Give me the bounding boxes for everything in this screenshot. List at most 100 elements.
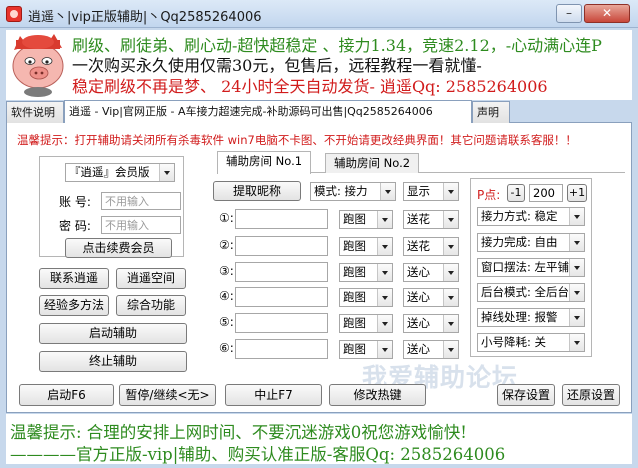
- row-3-action-select[interactable]: 跑图: [339, 263, 393, 282]
- room-tab-bar: 辅助房间 No.1 辅助房间 No.2: [217, 151, 625, 174]
- chevron-down-icon: [377, 289, 392, 306]
- title-bar: 逍遥丶|vip正版辅助|丶Qq2585264006 – ✕: [0, 0, 638, 28]
- chevron-down-icon: [569, 259, 584, 276]
- row-2-send-value: 送花: [407, 239, 430, 253]
- get-nickname-button[interactable]: 提取昵称: [213, 181, 301, 201]
- mode-select-value: 模式: 接力: [314, 184, 368, 198]
- relay-method-value: 接力方式: 稳定: [481, 209, 558, 223]
- chevron-down-icon: [569, 208, 584, 225]
- chevron-down-icon: [377, 315, 392, 332]
- row-4-label: ④:: [219, 289, 234, 303]
- relay-complete-select[interactable]: 接力完成: 自由: [477, 233, 585, 252]
- row-1-label: ①:: [219, 211, 234, 225]
- window-layout-select[interactable]: 窗口摆法: 左平铺: [477, 258, 585, 277]
- chevron-down-icon: [443, 341, 458, 358]
- row-3-label: ③:: [219, 264, 234, 278]
- window-layout-value: 窗口摆法: 左平铺: [481, 260, 570, 274]
- row-2-label: ②:: [219, 238, 234, 252]
- tab-software-info[interactable]: 软件说明: [6, 101, 64, 123]
- row-1-action-select[interactable]: 跑图: [339, 210, 393, 229]
- password-label: 密 码:: [59, 219, 91, 233]
- row-5-send-select[interactable]: 送心: [403, 314, 459, 333]
- display-select[interactable]: 显示: [403, 182, 459, 201]
- tab-room-2[interactable]: 辅助房间 No.2: [325, 153, 420, 173]
- promo-banner: 刷级、刷徒弟、刷心动-超快超稳定 、接力1.34，竞速2.12，-心动满心连P …: [6, 30, 632, 100]
- password-input[interactable]: [101, 216, 181, 234]
- relay-method-select[interactable]: 接力方式: 稳定: [477, 207, 585, 226]
- row-6-send-value: 送心: [407, 342, 430, 356]
- chevron-down-icon: [380, 183, 395, 200]
- account-input[interactable]: [101, 192, 181, 210]
- row-5-action-select[interactable]: 跑图: [339, 314, 393, 333]
- chevron-down-icon: [569, 334, 584, 351]
- disconnect-handling-select[interactable]: 掉线处理: 报警: [477, 308, 585, 327]
- row-2-action-select[interactable]: 跑图: [339, 237, 393, 256]
- tab-statement[interactable]: 声明: [472, 101, 510, 123]
- row-4-send-select[interactable]: 送心: [403, 288, 459, 307]
- row-4-action-value: 跑图: [343, 290, 366, 304]
- row-3-send-value: 送心: [407, 265, 430, 279]
- background-mode-select[interactable]: 后台模式: 全后台: [477, 283, 585, 302]
- row-3-nick-input[interactable]: [235, 262, 328, 282]
- row-2-nick-input[interactable]: [235, 236, 328, 256]
- row-5-nick-input[interactable]: [235, 313, 328, 333]
- row-4-action-select[interactable]: 跑图: [339, 288, 393, 307]
- row-1-nick-input[interactable]: [235, 209, 328, 229]
- chevron-down-icon: [443, 289, 458, 306]
- window-title: 逍遥丶|vip正版辅助|丶Qq2585264006: [28, 10, 262, 25]
- start-assist-button[interactable]: 启动辅助: [39, 323, 187, 344]
- close-button[interactable]: ✕: [584, 4, 630, 23]
- banner-line-contact: 稳定刷级不再是梦、 24小时全天自动发货- 逍遥Qq: 2585264006: [72, 77, 548, 96]
- chevron-down-icon: [569, 309, 584, 326]
- chevron-down-icon: [377, 211, 392, 228]
- row-6-label: ⑥:: [219, 341, 234, 355]
- chevron-down-icon: [569, 234, 584, 251]
- pig-mascot-icon: [12, 34, 64, 97]
- alt-power-save-value: 小号降耗: 关: [481, 335, 547, 349]
- row-5-send-value: 送心: [407, 316, 430, 330]
- banner-line-price: 一次购买永久使用仅需30元，包售后，远程教程一看就懂-: [72, 56, 482, 75]
- contact-button[interactable]: 联系逍遥: [39, 268, 109, 289]
- edition-select-value: 『逍遥』会员版: [69, 165, 150, 179]
- save-settings-button[interactable]: 保存设置: [497, 384, 555, 406]
- exp-methods-button[interactable]: 经验多方法: [39, 295, 109, 316]
- main-panel: 温馨提示：打开辅助请关闭所有杀毒软件 win7电脑不卡图、不开始请更改经典界面！…: [6, 123, 632, 413]
- row-6-send-select[interactable]: 送心: [403, 340, 459, 359]
- edition-select[interactable]: 『逍遥』会员版: [65, 163, 175, 182]
- warning-text: 温馨提示：打开辅助请关闭所有杀毒软件 win7电脑不卡图、不开始请更改经典界面！…: [17, 133, 577, 147]
- p-value-input[interactable]: 200: [529, 184, 563, 202]
- p-plus-button[interactable]: +1: [567, 184, 587, 202]
- row-2-send-select[interactable]: 送花: [403, 237, 459, 256]
- chevron-down-icon: [377, 341, 392, 358]
- row-3-send-select[interactable]: 送心: [403, 263, 459, 282]
- pause-resume-button[interactable]: 暂停/继续<无>: [119, 384, 216, 406]
- minimize-button[interactable]: –: [556, 4, 582, 23]
- restore-settings-button[interactable]: 还原设置: [562, 384, 620, 406]
- footer: 温馨提示: 合理的安排上网时间、不要沉迷游戏0祝您游戏愉快! ————官方正版-…: [6, 414, 632, 464]
- row-5-action-value: 跑图: [343, 316, 366, 330]
- stop-assist-button[interactable]: 终止辅助: [39, 351, 187, 372]
- chevron-down-icon: [443, 211, 458, 228]
- chevron-down-icon: [377, 238, 392, 255]
- row-1-send-value: 送花: [407, 212, 430, 226]
- features-button[interactable]: 综合功能: [116, 295, 186, 316]
- row-6-action-select[interactable]: 跑图: [339, 340, 393, 359]
- tab-room-1[interactable]: 辅助房间 No.1: [217, 151, 312, 174]
- renew-membership-button[interactable]: 点击续费会员: [65, 238, 172, 258]
- relay-complete-value: 接力完成: 自由: [481, 235, 558, 249]
- edit-hotkey-button[interactable]: 修改热键: [329, 384, 426, 406]
- row-6-nick-input[interactable]: [235, 339, 328, 359]
- row-4-send-value: 送心: [407, 290, 430, 304]
- row-1-send-select[interactable]: 送花: [403, 210, 459, 229]
- row-4-nick-input[interactable]: [235, 287, 328, 307]
- chevron-down-icon: [569, 284, 584, 301]
- mode-select[interactable]: 模式: 接力: [310, 182, 396, 201]
- row-1-action-value: 跑图: [343, 212, 366, 226]
- tab-main[interactable]: 逍遥 - Vip|官网正版 - A车接力超速完成-补助源码可出售|Qq25852…: [64, 100, 472, 124]
- p-minus-button[interactable]: -1: [507, 184, 525, 202]
- space-button[interactable]: 逍遥空间: [116, 268, 186, 289]
- start-f6-button[interactable]: 启动F6: [19, 384, 114, 406]
- alt-power-save-select[interactable]: 小号降耗: 关: [477, 333, 585, 352]
- abort-f7-button[interactable]: 中止F7: [225, 384, 322, 406]
- display-select-value: 显示: [407, 184, 430, 198]
